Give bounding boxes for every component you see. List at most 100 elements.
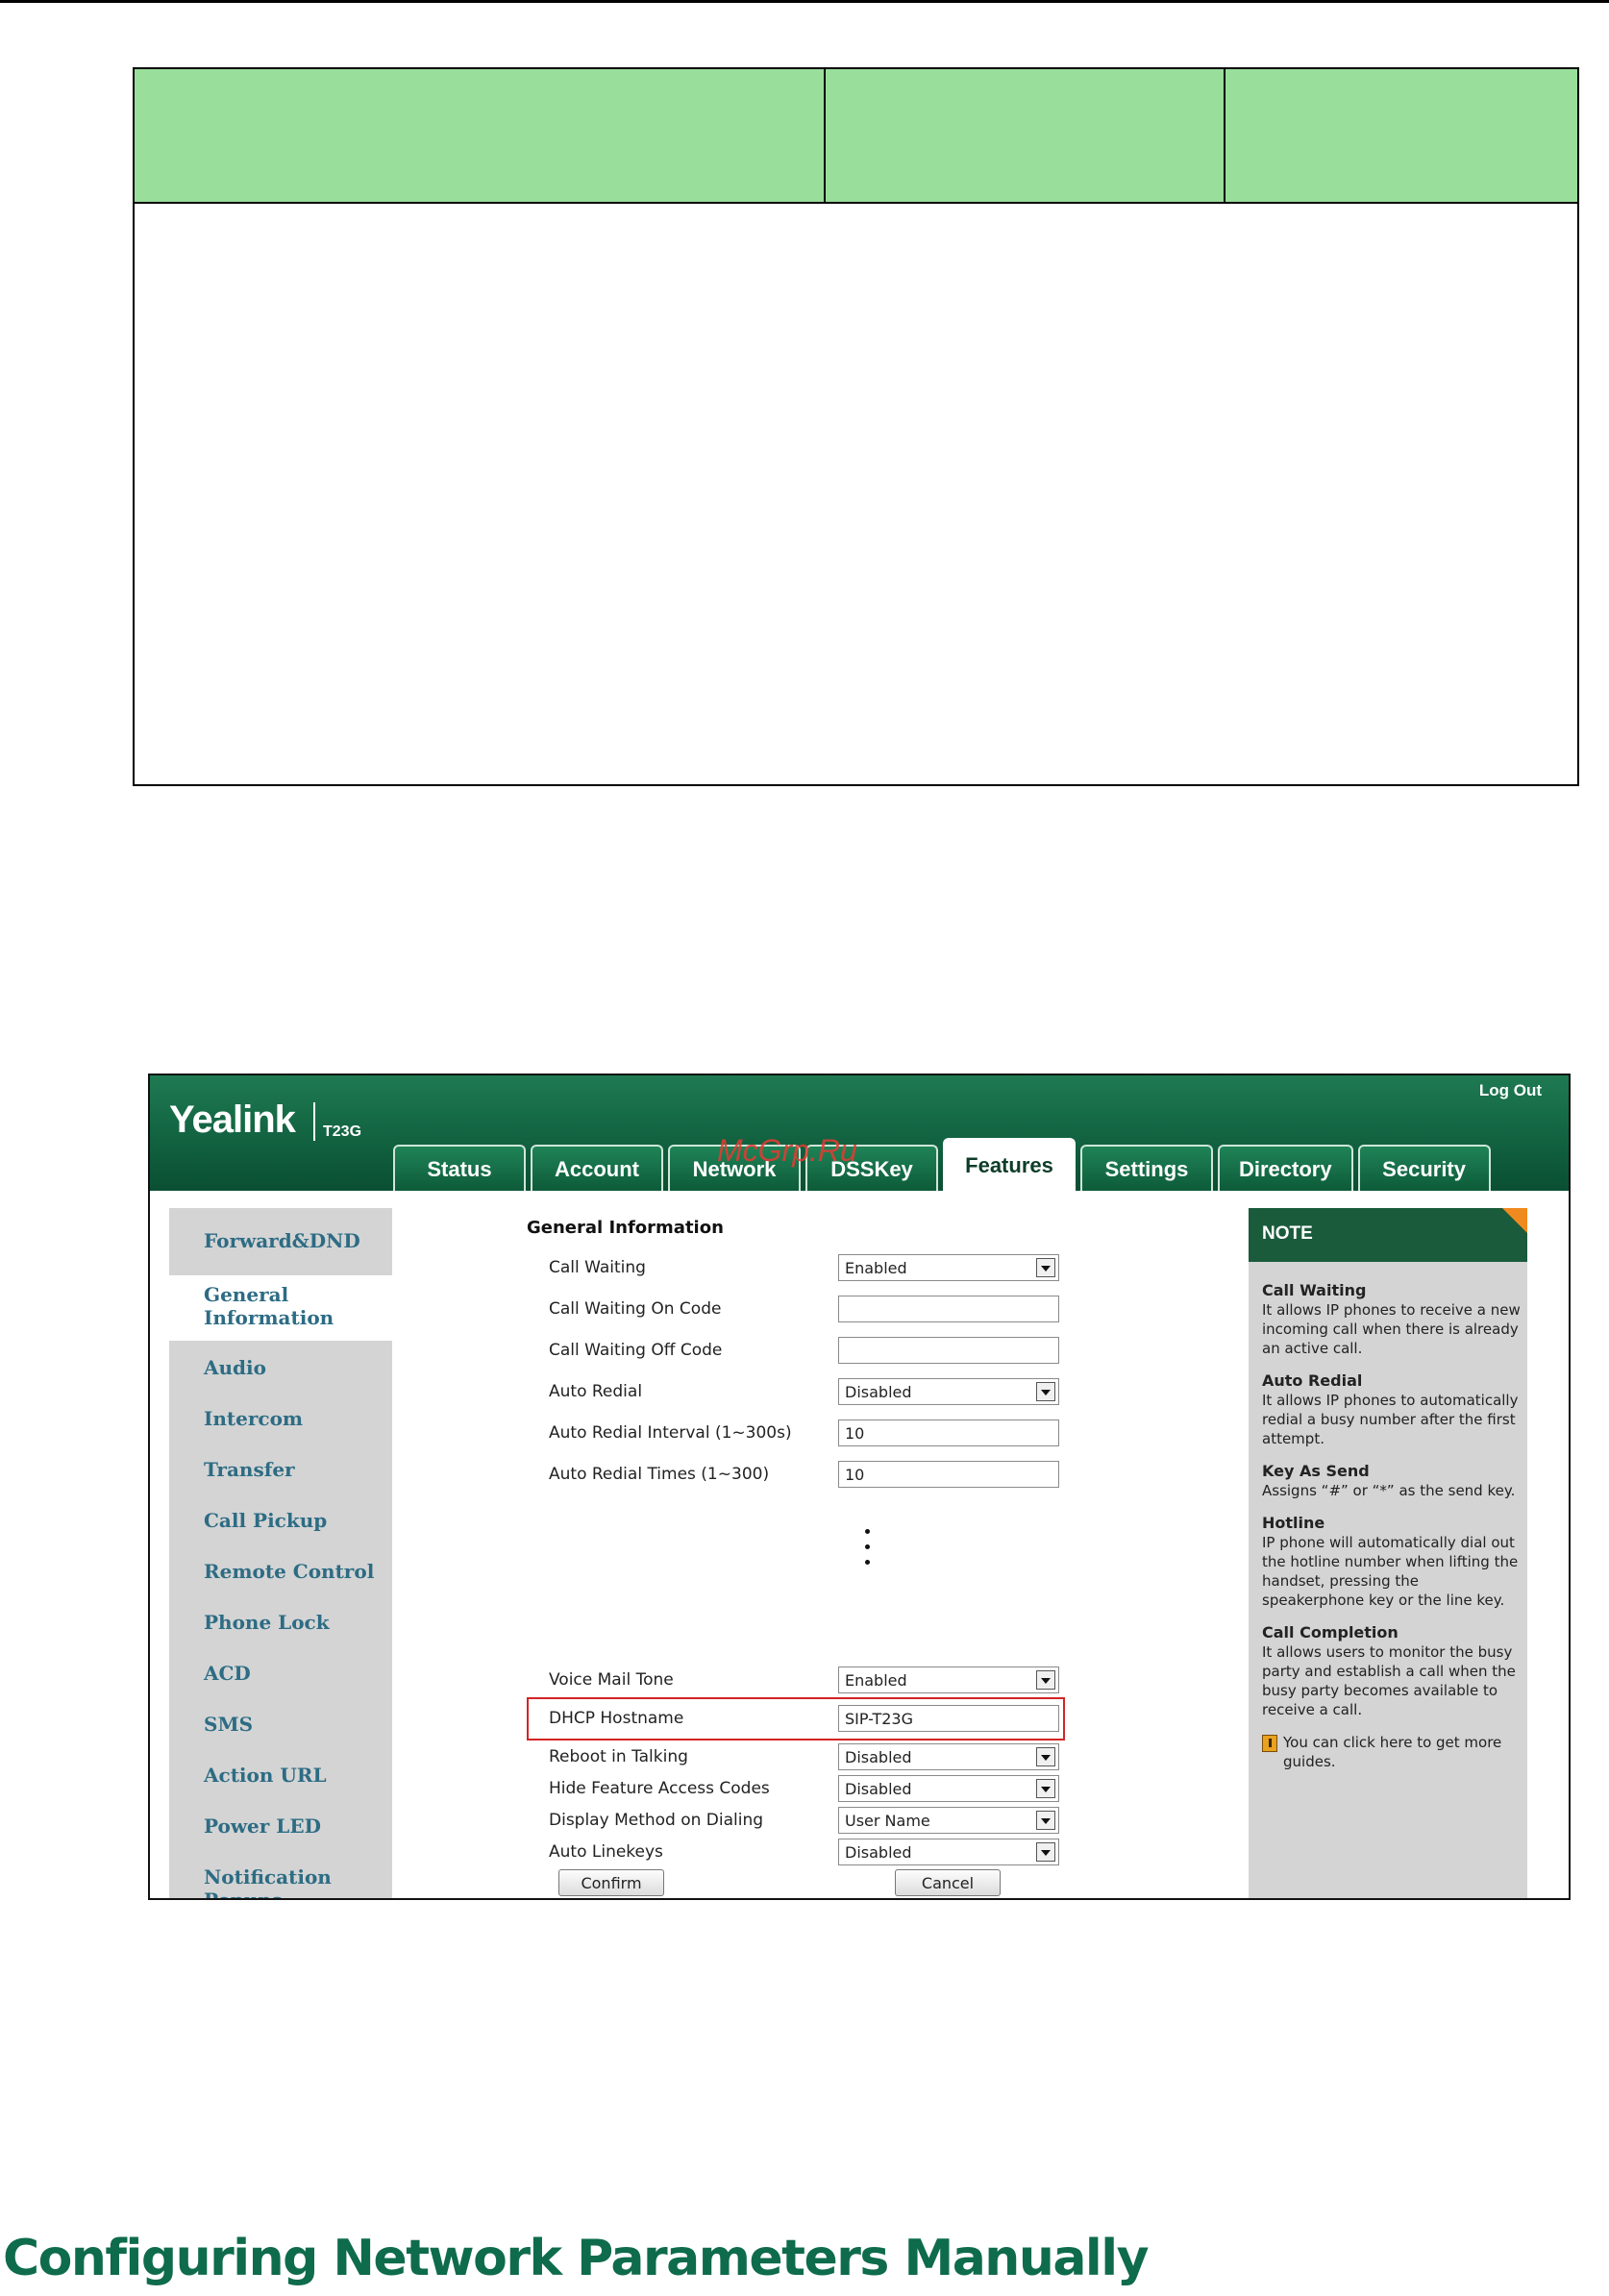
row-auto-linekeys: Auto Linekeys Disabled [414,1835,1145,1869]
call-waiting-select[interactable]: Enabled [838,1254,1059,1281]
dropdown-arrow-icon[interactable] [1036,1779,1055,1798]
call-waiting-off-code-input[interactable] [838,1337,1059,1364]
dropdown-arrow-icon[interactable] [1036,1258,1055,1277]
webui-content: Forward&DND General Information Audio In… [150,1191,1569,1898]
row-label: Auto Redial Times (1~300) [549,1465,770,1484]
model-label: T23G [323,1123,362,1140]
tab-features[interactable]: Features [943,1138,1076,1192]
confirm-button[interactable]: Confirm [558,1869,664,1896]
dropdown-arrow-icon[interactable] [1036,1747,1055,1766]
header-cell-2 [826,69,1225,202]
main-tabs: Status Account Network DSSKey Features S… [393,1138,1491,1192]
note-title: Key As Send [1262,1462,1370,1480]
call-waiting-on-code-input[interactable] [838,1296,1059,1322]
guide-book-icon [1262,1735,1277,1752]
auto-linekeys-select[interactable]: Disabled [838,1839,1059,1865]
note-text: It allows users to monitor the busy part… [1262,1643,1516,1718]
row-label: DHCP Hostname [549,1709,684,1728]
general-information-form: General Information Call Waiting Enabled… [414,1191,1183,1898]
row-dhcp-hostname: DHCP Hostname [414,1701,1145,1736]
voice-mail-tone-select[interactable]: Enabled [838,1666,1059,1693]
row-label: Call Waiting [549,1258,646,1277]
row-display-method-on-dialing: Display Method on Dialing User Name [414,1803,1145,1838]
tab-security[interactable]: Security [1357,1145,1491,1192]
select-value: Enabled [845,1671,907,1690]
parameter-table-header [135,69,1577,204]
row-voice-mail-tone: Voice Mail Tone Enabled [414,1663,1145,1697]
dhcp-hostname-input[interactable] [838,1705,1059,1732]
logo-separator [313,1102,315,1141]
row-hide-feature-access-codes: Hide Feature Access Codes Disabled [414,1771,1145,1806]
more-guides-link[interactable]: You can click here to get more guides. [1262,1733,1522,1771]
row-label: Reboot in Talking [549,1747,688,1766]
sidebar-item-sms[interactable]: SMS [169,1713,392,1736]
row-call-waiting: Call Waiting Enabled [414,1250,1145,1285]
sidebar-item-forward-dnd[interactable]: Forward&DND [169,1229,392,1252]
note-heading: NOTE [1249,1208,1527,1262]
auto-redial-times-input[interactable] [838,1461,1059,1488]
select-value: Disabled [845,1383,912,1401]
cancel-button[interactable]: Cancel [895,1869,1001,1896]
sidebar-item-audio[interactable]: Audio [169,1356,392,1379]
row-reboot-in-talking: Reboot in Talking Disabled [414,1740,1145,1774]
tab-dsskey[interactable]: DSSKey [805,1145,938,1192]
tab-status[interactable]: Status [393,1145,526,1192]
dropdown-arrow-icon[interactable] [1036,1670,1055,1690]
note-text: It allows IP phones to receive a new inc… [1262,1301,1521,1357]
dropdown-arrow-icon[interactable] [1036,1811,1055,1830]
select-value: Disabled [845,1748,912,1766]
sidebar-item-general-information[interactable]: General Information [169,1275,400,1341]
section-title: General Information [527,1218,724,1238]
note-text: IP phone will automatically dial out the… [1262,1534,1519,1609]
header-cell-3 [1225,69,1577,202]
sidebar-item-action-url[interactable]: Action URL [169,1764,392,1787]
dropdown-arrow-icon[interactable] [1036,1382,1055,1401]
dropdown-arrow-icon[interactable] [1036,1842,1055,1862]
row-call-waiting-on-code: Call Waiting On Code [414,1292,1145,1326]
auto-redial-interval-input[interactable] [838,1420,1059,1446]
tab-settings[interactable]: Settings [1080,1145,1213,1192]
tab-network[interactable]: Network [668,1145,801,1192]
parameter-table [133,67,1579,786]
row-auto-redial-interval: Auto Redial Interval (1~300s) [414,1416,1145,1450]
select-value: Disabled [845,1780,912,1798]
section-heading: Configuring Network Parameters Manually [3,2230,1149,2287]
header-cell-1 [135,69,826,202]
sidebar-item-power-led[interactable]: Power LED [169,1815,392,1838]
sidebar-item-call-pickup[interactable]: Call Pickup [169,1509,392,1532]
note-title: Call Waiting [1262,1281,1367,1299]
display-method-on-dialing-select[interactable]: User Name [838,1807,1059,1834]
select-value: User Name [845,1812,930,1830]
yealink-logo: Yealink [169,1099,296,1141]
webui-screenshot: Yealink T23G Log Out Status Account Netw… [148,1074,1571,1900]
sidebar-item-acd[interactable]: ACD [169,1662,392,1685]
hide-feature-access-codes-select[interactable]: Disabled [838,1775,1059,1802]
ellipsis-icon [865,1529,871,1569]
top-rule [0,0,1609,3]
note-title: Auto Redial [1262,1371,1363,1390]
note-text: It allows IP phones to automatically red… [1262,1392,1519,1447]
sidebar: Forward&DND General Information Audio In… [169,1208,400,1898]
note-title: Hotline [1262,1514,1325,1532]
sidebar-item-phone-lock[interactable]: Phone Lock [169,1611,392,1634]
tab-directory[interactable]: Directory [1218,1145,1353,1192]
note-text: Assigns “#” or “*” as the send key. [1262,1482,1516,1499]
row-label: Call Waiting Off Code [549,1341,723,1360]
parameter-table-body [135,204,1577,782]
note-panel: NOTE Call Waiting It allows IP phones to… [1249,1208,1527,1898]
sidebar-item-notification-popups[interactable]: Notification Popups [169,1865,392,1898]
webui-header: Yealink T23G Log Out Status Account Netw… [150,1075,1569,1192]
select-value: Enabled [845,1259,907,1277]
auto-redial-select[interactable]: Disabled [838,1378,1059,1405]
row-auto-redial: Auto Redial Disabled [414,1374,1145,1409]
tab-account[interactable]: Account [531,1145,663,1192]
sidebar-item-intercom[interactable]: Intercom [169,1407,392,1430]
row-label: Display Method on Dialing [549,1811,764,1830]
logout-link[interactable]: Log Out [1479,1081,1542,1100]
reboot-in-talking-select[interactable]: Disabled [838,1743,1059,1770]
note-body: Call Waiting It allows IP phones to rece… [1262,1281,1522,1771]
sidebar-item-remote-control[interactable]: Remote Control [169,1560,392,1583]
note-corner-icon [1502,1208,1527,1233]
row-label: Hide Feature Access Codes [549,1779,770,1798]
sidebar-item-transfer[interactable]: Transfer [169,1458,392,1481]
